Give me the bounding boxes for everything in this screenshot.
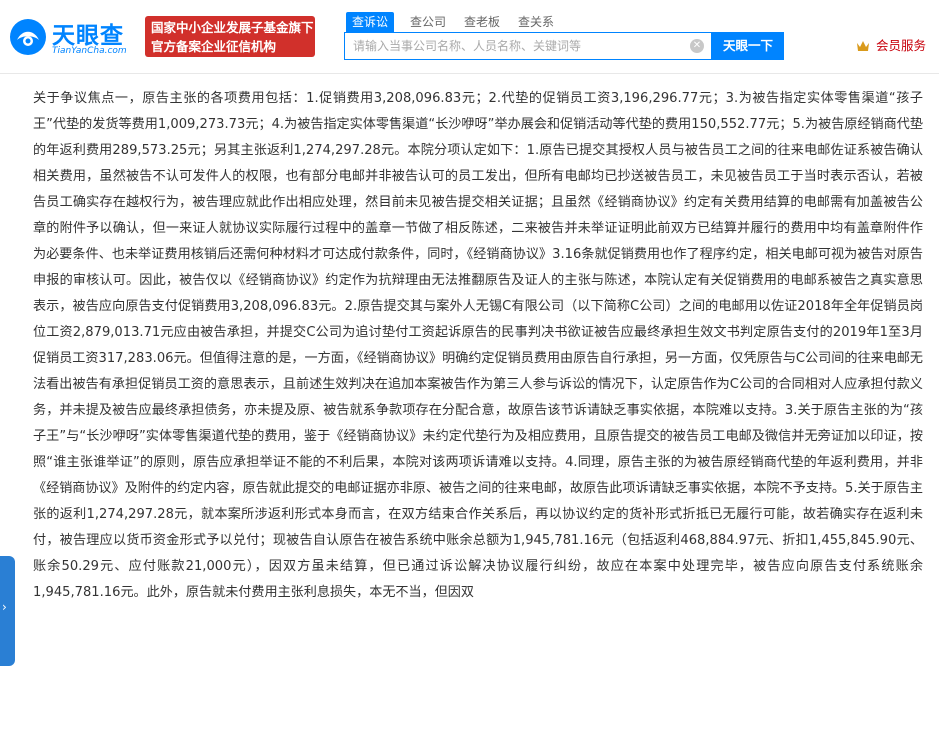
logo-subtext: TianYanCha.com [52,46,127,56]
site-logo[interactable]: 天眼查 TianYanCha.com [8,15,138,61]
side-arrow-icon: › [2,600,7,614]
search-button[interactable]: 天眼一下 [712,32,784,60]
tab-company[interactable]: 查公司 [410,12,446,32]
logo-text: 天眼查 [52,23,124,49]
official-badge: 国家中小企业发展子基金旗下 官方备案企业征信机构 [145,16,315,57]
site-header: 天眼查 TianYanCha.com 国家中小企业发展子基金旗下 官方备案企业征… [0,0,939,74]
tab-boss[interactable]: 查老板 [464,12,500,32]
badge-line-2: 官方备案企业征信机构 [151,39,277,54]
eye-logo-icon [10,19,46,55]
search-input[interactable] [345,33,685,59]
clear-icon[interactable]: ✕ [690,39,704,53]
search-box: ✕ [344,32,712,60]
tab-litigation[interactable]: 查诉讼 [346,12,395,32]
member-service-label: 会员服务 [876,38,927,53]
crown-icon [857,41,869,51]
tab-relation[interactable]: 查关系 [518,12,554,32]
floating-side-tab[interactable]: › [0,556,15,666]
judgment-text: 关于争议焦点一，原告主张的各项费用包括：1.促销费用3,208,096.83元；… [33,91,923,600]
badge-line-1: 国家中小企业发展子基金旗下 [151,20,314,35]
